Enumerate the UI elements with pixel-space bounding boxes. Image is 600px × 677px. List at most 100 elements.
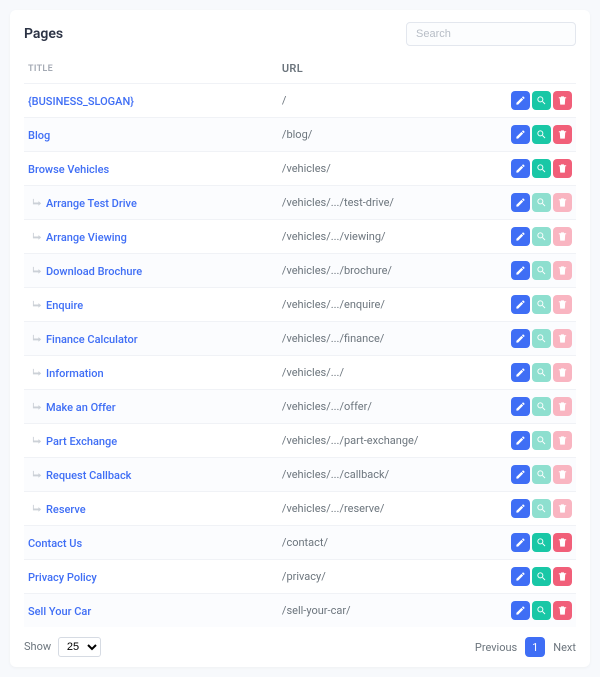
page-title-link[interactable]: Contact Us <box>28 537 82 550</box>
page-title-link[interactable]: Download Brochure <box>46 265 142 278</box>
page-url: /vehicles/.../brochure/ <box>278 254 488 288</box>
page-title-link[interactable]: Make an Offer <box>46 401 116 414</box>
child-indent-icon <box>32 366 45 380</box>
card-title: Pages <box>24 26 63 42</box>
edit-button[interactable] <box>511 329 530 348</box>
table-row: Reserve/vehicles/.../reserve/ <box>24 492 576 526</box>
table-row: Request Callback/vehicles/.../callback/ <box>24 458 576 492</box>
edit-button[interactable] <box>511 91 530 110</box>
page-url: /vehicles/.../finance/ <box>278 322 488 356</box>
child-indent-icon <box>32 298 45 312</box>
page-url: /vehicles/.../viewing/ <box>278 220 488 254</box>
edit-button[interactable] <box>511 193 530 212</box>
table-row: Arrange Test Drive/vehicles/.../test-dri… <box>24 186 576 220</box>
edit-button[interactable] <box>511 261 530 280</box>
view-button[interactable] <box>532 465 551 484</box>
view-button[interactable] <box>532 363 551 382</box>
page-title-link[interactable]: Blog <box>28 129 50 142</box>
view-button[interactable] <box>532 499 551 518</box>
delete-button[interactable] <box>553 159 572 178</box>
pagination: Previous 1 Next <box>475 637 576 657</box>
page-title-link[interactable]: Browse Vehicles <box>28 163 109 176</box>
search-input[interactable] <box>406 22 576 46</box>
page-title-link[interactable]: Information <box>46 367 104 380</box>
card-header: Pages <box>24 22 576 46</box>
delete-button[interactable] <box>553 329 572 348</box>
page-title-link[interactable]: Arrange Viewing <box>46 231 127 244</box>
edit-button[interactable] <box>511 397 530 416</box>
view-button[interactable] <box>532 329 551 348</box>
page-url: /vehicles/.../part-exchange/ <box>278 424 488 458</box>
edit-button[interactable] <box>511 295 530 314</box>
view-button[interactable] <box>532 533 551 552</box>
child-indent-icon <box>32 230 45 244</box>
pages-table: TITLE URL {BUSINESS_SLOGAN}/ Blog/blog/Br… <box>24 56 576 627</box>
edit-button[interactable] <box>511 533 530 552</box>
view-button[interactable] <box>532 227 551 246</box>
page-url: /vehicles/.../offer/ <box>278 390 488 424</box>
page-size-select[interactable]: 25 <box>58 637 101 657</box>
child-indent-icon <box>32 196 45 210</box>
view-button[interactable] <box>532 261 551 280</box>
edit-button[interactable] <box>511 601 530 620</box>
view-button[interactable] <box>532 567 551 586</box>
table-row: Make an Offer/vehicles/.../offer/ <box>24 390 576 424</box>
view-button[interactable] <box>532 91 551 110</box>
page-url: /vehicles/ <box>278 152 488 186</box>
view-button[interactable] <box>532 397 551 416</box>
col-header-title[interactable]: TITLE <box>24 56 278 84</box>
edit-button[interactable] <box>511 567 530 586</box>
page-title-link[interactable]: Privacy Policy <box>28 571 97 584</box>
table-row: {BUSINESS_SLOGAN}/ <box>24 84 576 118</box>
table-row: Enquire/vehicles/.../enquire/ <box>24 288 576 322</box>
page-url: /privacy/ <box>278 560 488 594</box>
delete-button[interactable] <box>553 499 572 518</box>
delete-button[interactable] <box>553 227 572 246</box>
view-button[interactable] <box>532 159 551 178</box>
delete-button[interactable] <box>553 261 572 280</box>
table-row: Part Exchange/vehicles/.../part-exchange… <box>24 424 576 458</box>
delete-button[interactable] <box>553 295 572 314</box>
delete-button[interactable] <box>553 533 572 552</box>
delete-button[interactable] <box>553 431 572 450</box>
page-title-link[interactable]: Finance Calculator <box>46 333 138 346</box>
page-size-control: Show 25 <box>24 637 101 657</box>
page-title-link[interactable]: {BUSINESS_SLOGAN} <box>28 95 134 108</box>
edit-button[interactable] <box>511 159 530 178</box>
view-button[interactable] <box>532 295 551 314</box>
edit-button[interactable] <box>511 125 530 144</box>
show-label: Show <box>24 640 51 653</box>
delete-button[interactable] <box>553 193 572 212</box>
delete-button[interactable] <box>553 125 572 144</box>
edit-button[interactable] <box>511 227 530 246</box>
current-page[interactable]: 1 <box>525 637 545 657</box>
page-title-link[interactable]: Arrange Test Drive <box>46 197 137 210</box>
delete-button[interactable] <box>553 363 572 382</box>
page-title-link[interactable]: Reserve <box>46 503 86 516</box>
delete-button[interactable] <box>553 465 572 484</box>
view-button[interactable] <box>532 125 551 144</box>
col-header-url[interactable]: URL <box>278 56 488 84</box>
delete-button[interactable] <box>553 601 572 620</box>
next-button[interactable]: Next <box>553 641 576 654</box>
delete-button[interactable] <box>553 397 572 416</box>
child-indent-icon <box>32 400 45 414</box>
page-url: /blog/ <box>278 118 488 152</box>
view-button[interactable] <box>532 193 551 212</box>
delete-button[interactable] <box>553 91 572 110</box>
table-row: Information/vehicles/.../ <box>24 356 576 390</box>
edit-button[interactable] <box>511 431 530 450</box>
view-button[interactable] <box>532 601 551 620</box>
page-title-link[interactable]: Request Callback <box>46 469 131 482</box>
table-row: Privacy Policy/privacy/ <box>24 560 576 594</box>
edit-button[interactable] <box>511 465 530 484</box>
table-row: Browse Vehicles/vehicles/ <box>24 152 576 186</box>
delete-button[interactable] <box>553 567 572 586</box>
edit-button[interactable] <box>511 499 530 518</box>
prev-button[interactable]: Previous <box>475 641 517 654</box>
view-button[interactable] <box>532 431 551 450</box>
edit-button[interactable] <box>511 363 530 382</box>
page-title-link[interactable]: Part Exchange <box>46 435 117 448</box>
page-title-link[interactable]: Sell Your Car <box>28 605 91 618</box>
page-title-link[interactable]: Enquire <box>46 299 83 312</box>
